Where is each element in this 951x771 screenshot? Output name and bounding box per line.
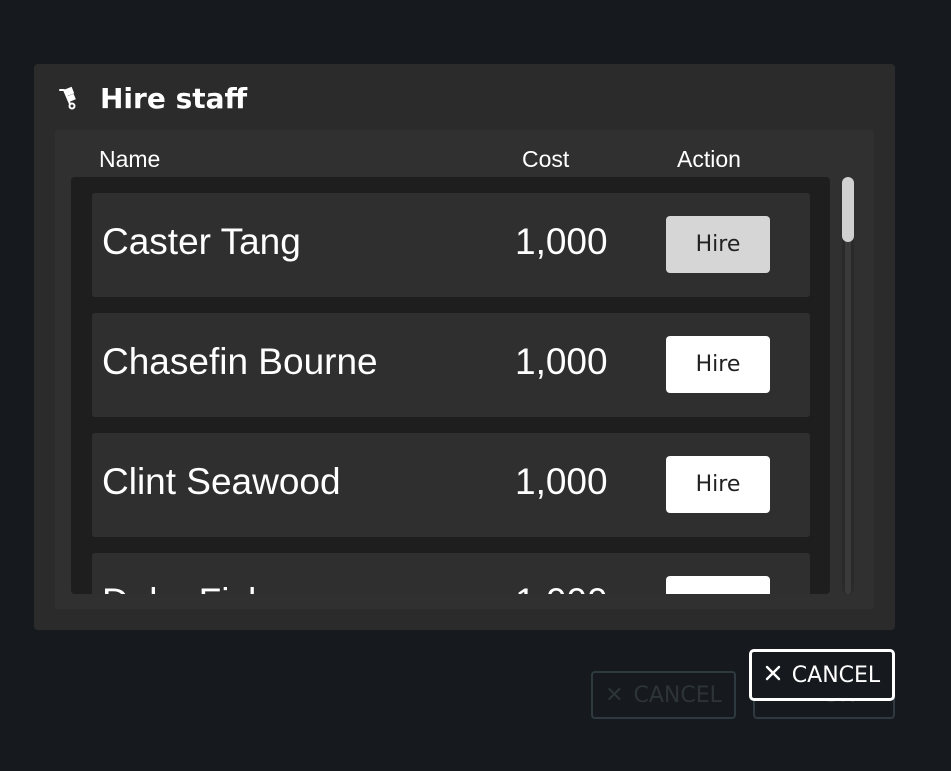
staff-list[interactable]: Caster Tang 1,000 Hire Chasefin Bourne 1… — [71, 177, 830, 594]
ghost-close-icon: ✕ — [605, 682, 624, 708]
staff-name: Chasefin Bourne — [102, 341, 378, 382]
hire-button[interactable]: Hire — [666, 336, 770, 393]
hire-button[interactable]: Hire — [666, 216, 770, 273]
ghost-cancel-label: CANCEL — [633, 682, 722, 708]
staff-name: Caster Tang — [102, 221, 301, 262]
cancel-label: CANCEL — [791, 662, 881, 688]
staff-cost: 1,000 — [515, 461, 608, 502]
staff-cost: 1,000 — [515, 221, 608, 262]
column-header-name: Name — [99, 146, 161, 172]
staff-cost: 1,000 — [515, 341, 608, 382]
column-header-cost: Cost — [522, 146, 570, 172]
staff-row: Clint Seawood 1,000 Hire — [92, 433, 810, 537]
dialog-title: Hire staff — [100, 81, 248, 115]
hand-truck-icon — [56, 84, 84, 112]
column-header-action: Action — [677, 146, 741, 172]
staff-name: Clint Seawood — [102, 461, 341, 502]
cancel-button[interactable]: CANCEL — [749, 649, 895, 701]
list-scrollbar[interactable] — [842, 177, 854, 594]
staff-cost: 1,000 — [515, 581, 608, 594]
hire-button[interactable]: Hire — [666, 576, 770, 594]
close-icon — [764, 663, 782, 688]
staff-row: Caster Tang 1,000 Hire — [92, 193, 810, 297]
staff-row: Chasefin Bourne 1,000 Hire — [92, 313, 810, 417]
ghost-cancel-button: ✕ CANCEL — [591, 671, 736, 719]
staff-row: Duke Fishem 1,000 Hire — [92, 553, 810, 594]
staff-name: Duke Fishem — [102, 581, 320, 594]
scrollbar-thumb[interactable] — [842, 177, 854, 242]
dialog-header: Hire staff — [56, 80, 247, 116]
hire-button[interactable]: Hire — [666, 456, 770, 513]
hire-staff-dialog: Hire staff Name Cost Action Caster Tang … — [34, 64, 895, 630]
